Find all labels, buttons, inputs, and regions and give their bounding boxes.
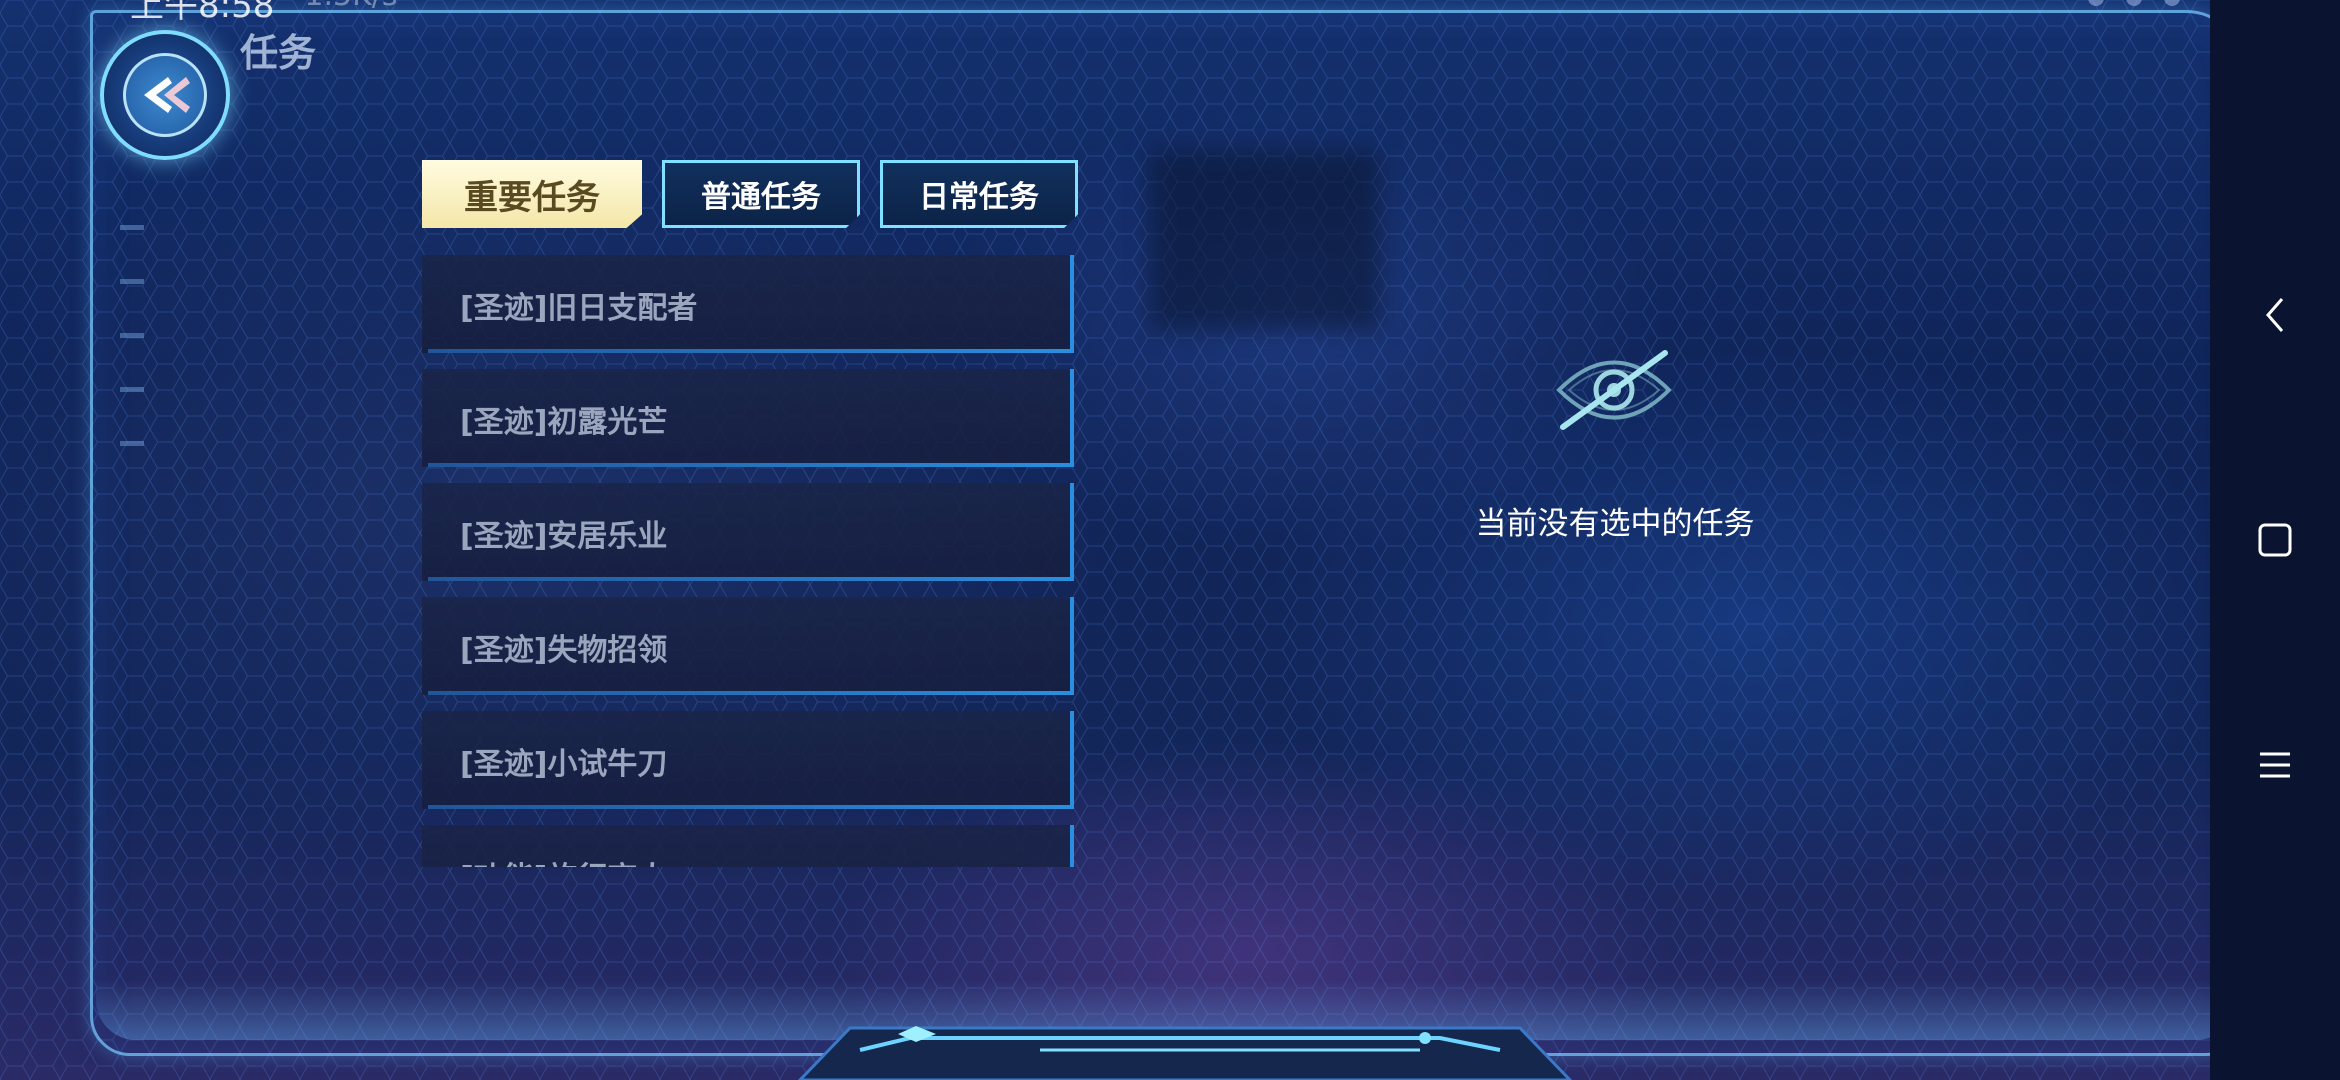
system-nav-bar xyxy=(2210,0,2340,1080)
task-item[interactable]: [圣迹]失物招领 xyxy=(422,597,1074,695)
side-decoration xyxy=(120,225,144,495)
tab-daily-tasks[interactable]: 日常任务 xyxy=(880,160,1078,228)
task-label: [圣迹]小试牛刀 xyxy=(460,747,668,782)
game-screen: 上午8:58 1.5K/s 任务 重要任务 普通任务 日常任务 [圣迹]旧日支 xyxy=(0,0,2340,1080)
blurred-background-block xyxy=(1150,150,1380,330)
bottom-console-decoration xyxy=(797,1026,1573,1080)
tab-normal-tasks[interactable]: 普通任务 xyxy=(662,160,860,228)
back-button[interactable] xyxy=(100,30,230,160)
task-label: [圣迹]失物招领 xyxy=(460,633,668,668)
back-nav-icon[interactable] xyxy=(2210,275,2340,355)
indicator-dot xyxy=(2126,0,2142,6)
task-label: [圣迹]旧日支配者 xyxy=(460,291,698,326)
task-item[interactable]: [圣迹]小试牛刀 xyxy=(422,711,1074,809)
indicator-dot xyxy=(2164,0,2180,6)
task-item[interactable]: [功能]旅行商人 xyxy=(422,825,1074,867)
task-label: [圣迹]初露光芒 xyxy=(460,405,668,440)
task-label: [功能]旅行商人 xyxy=(460,853,667,867)
status-time: 上午8:58 xyxy=(130,0,275,26)
task-label: [圣迹]安居乐业 xyxy=(460,519,668,554)
task-item[interactable]: [圣迹]安居乐业 xyxy=(422,483,1074,581)
task-item[interactable]: [圣迹]旧日支配者 xyxy=(422,255,1074,353)
status-indicators xyxy=(2088,0,2180,10)
tab-label: 日常任务 xyxy=(919,180,1039,215)
tab-label: 普通任务 xyxy=(701,180,821,215)
task-list[interactable]: [圣迹]旧日支配者 [圣迹]初露光芒 [圣迹]安居乐业 [圣迹]失物招领 [圣迹… xyxy=(422,255,1074,867)
hidden-eye-icon xyxy=(1555,345,1673,439)
task-tabs: 重要任务 普通任务 日常任务 xyxy=(422,160,1078,228)
status-bar: 上午8:58 1.5K/s xyxy=(130,0,397,26)
menu-nav-icon[interactable] xyxy=(2210,725,2340,805)
home-nav-icon[interactable] xyxy=(2210,500,2340,580)
tab-label: 重要任务 xyxy=(464,177,600,218)
back-arrow-icon xyxy=(123,53,207,137)
hex-background-pattern xyxy=(0,0,2210,1080)
page-title: 任务 xyxy=(240,31,317,75)
status-speed: 1.5K/s xyxy=(304,0,397,18)
indicator-dot xyxy=(2088,0,2104,6)
tab-important-tasks[interactable]: 重要任务 xyxy=(422,160,642,228)
task-item[interactable]: [圣迹]初露光芒 xyxy=(422,369,1074,467)
no-task-selected-text: 当前没有选中的任务 xyxy=(1475,506,1755,542)
